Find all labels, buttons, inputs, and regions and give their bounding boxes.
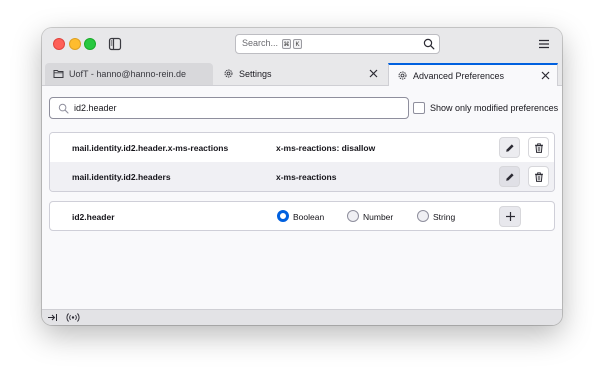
- pref-name: mail.identity.id2.headers: [72, 172, 171, 182]
- tab-label: Advanced Preferences: [413, 71, 505, 81]
- pencil-icon: [506, 144, 514, 152]
- plus-icon: [506, 212, 515, 221]
- tab-label: Settings: [239, 69, 272, 79]
- search-placeholder: Search...: [242, 38, 279, 48]
- edit-button[interactable]: [499, 137, 520, 158]
- app-window: Search... ⌘ K UofT - hanno@hanno-rein.de: [42, 28, 562, 325]
- type-string-label[interactable]: String: [433, 212, 455, 222]
- search-icon: [58, 103, 69, 114]
- tab-settings[interactable]: Settings: [215, 63, 385, 85]
- show-modified-label[interactable]: Show only modified preferences: [430, 103, 558, 113]
- shortcut-key-k: K: [293, 39, 302, 49]
- tab-label: UofT - hanno@hanno-rein.de: [69, 69, 187, 79]
- new-pref-name: id2.header: [72, 212, 115, 222]
- search-icon[interactable]: [423, 38, 435, 50]
- pref-value: x-ms-reactions: disallow: [276, 143, 376, 153]
- type-string-radio[interactable]: [417, 210, 429, 222]
- type-number-label[interactable]: Number: [363, 212, 393, 222]
- folder-icon: [53, 70, 64, 78]
- trash-icon: [535, 172, 543, 182]
- new-preference-row: id2.header Boolean Number String: [49, 201, 555, 231]
- type-number-radio[interactable]: [347, 210, 359, 222]
- type-boolean-radio[interactable]: [277, 210, 289, 222]
- title-bar: Search... ⌘ K: [42, 28, 562, 60]
- edit-button[interactable]: [499, 166, 520, 187]
- show-modified-checkbox[interactable]: [413, 102, 425, 114]
- preferences-table: mail.identity.id2.header.x-ms-reactions …: [49, 132, 555, 192]
- global-search-input[interactable]: Search... ⌘ K: [235, 34, 440, 54]
- pref-name: mail.identity.id2.header.x-ms-reactions: [72, 143, 229, 153]
- hamburger-menu-icon[interactable]: [538, 38, 550, 50]
- zoom-window-button[interactable]: [84, 38, 96, 50]
- table-row: mail.identity.id2.headers x-ms-reactions: [50, 162, 554, 191]
- pencil-icon: [506, 173, 514, 181]
- delete-button[interactable]: [528, 137, 549, 158]
- tab-bar: UofT - hanno@hanno-rein.de Settings Adva…: [42, 60, 562, 86]
- collapse-pane-icon[interactable]: [47, 312, 58, 323]
- table-row: mail.identity.id2.header.x-ms-reactions …: [50, 133, 554, 162]
- close-icon[interactable]: [540, 70, 551, 81]
- add-preference-button[interactable]: [499, 206, 521, 227]
- tab-advanced-preferences[interactable]: Advanced Preferences: [388, 63, 558, 86]
- close-icon[interactable]: [368, 68, 379, 79]
- gear-icon: [398, 71, 407, 80]
- shortcut-key-cmd: ⌘: [282, 39, 291, 49]
- type-boolean-label[interactable]: Boolean: [293, 212, 324, 222]
- minimize-window-button[interactable]: [69, 38, 81, 50]
- online-status-icon[interactable]: [66, 312, 80, 323]
- preference-search-input[interactable]: id2.header: [49, 97, 409, 119]
- delete-button[interactable]: [528, 166, 549, 187]
- tab-mail-folder[interactable]: UofT - hanno@hanno-rein.de: [45, 63, 213, 85]
- status-bar: [42, 309, 562, 325]
- search-value: id2.header: [74, 103, 117, 113]
- close-window-button[interactable]: [53, 38, 65, 50]
- trash-icon: [535, 143, 543, 153]
- sidebar-toggle-icon[interactable]: [108, 37, 122, 51]
- gear-icon: [224, 69, 233, 78]
- pref-value: x-ms-reactions: [276, 172, 337, 182]
